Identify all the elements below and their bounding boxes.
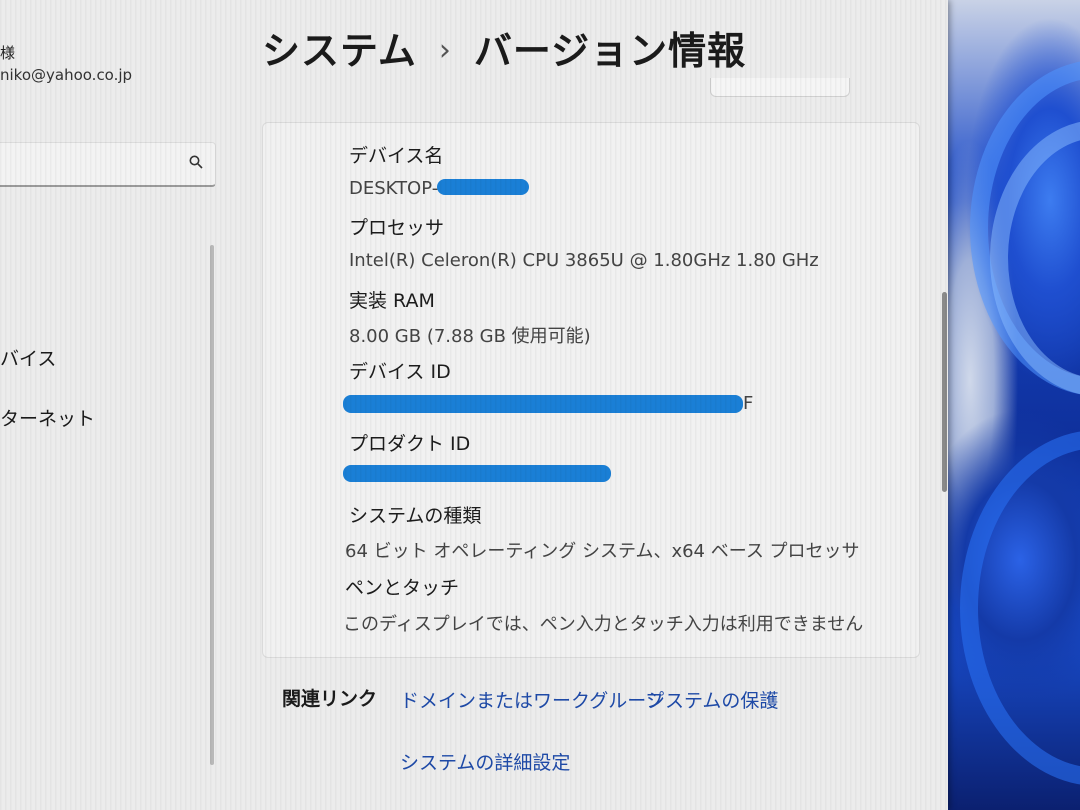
processor-value: Intel(R) Celeron(R) CPU 3865U @ 1.80GHz … <box>349 250 819 271</box>
product-id-label: プロダクト ID <box>349 433 471 455</box>
settings-window: 様 niko@yahoo.co.jp バイス ターネット システム › バージョン情… <box>0 0 948 810</box>
account-email: niko@yahoo.co.jp <box>0 66 133 84</box>
scrollbar[interactable] <box>942 292 947 492</box>
redaction-mark <box>437 179 529 195</box>
page-title: システム › バージョン情報 <box>262 20 746 75</box>
domain-workgroup-link[interactable]: ドメインまたはワークグループ <box>400 686 664 713</box>
system-type-label: システムの種類 <box>349 505 482 527</box>
desktop-wallpaper <box>930 0 1080 810</box>
pen-touch-value: このディスプレイでは、ペン入力とタッチ入力は利用できません <box>343 614 864 635</box>
redaction-mark <box>343 395 743 413</box>
breadcrumb-separator: › <box>438 33 452 68</box>
processor-label: プロセッサ <box>349 217 445 239</box>
pen-touch-label: ペンとタッチ <box>345 577 460 599</box>
copy-button[interactable] <box>710 78 850 97</box>
device-specs-card: デバイス名 DESKTOP- プロセッサ Intel(R) Celeron(R)… <box>262 122 920 658</box>
sidebar-divider <box>210 245 214 765</box>
device-id-label: デバイス ID <box>349 361 451 383</box>
related-links-label: 関連リンク <box>282 688 378 710</box>
sidebar-item-network[interactable]: ターネット <box>0 404 95 431</box>
search-icon <box>189 155 203 169</box>
account-name: 様 <box>0 44 16 62</box>
device-name-label: デバイス名 <box>349 145 444 167</box>
system-protection-link[interactable]: システムの保護 <box>646 686 778 713</box>
search-input[interactable] <box>0 142 216 187</box>
sidebar-item-devices[interactable]: バイス <box>0 344 56 371</box>
system-type-value: 64 ビット オペレーティング システム、x64 ベース プロセッサ <box>345 541 860 562</box>
ram-value: 8.00 GB (7.88 GB 使用可能) <box>349 326 591 347</box>
breadcrumb-current: バージョン情報 <box>473 29 747 73</box>
redaction-mark <box>343 465 611 482</box>
breadcrumb-parent[interactable]: システム <box>262 29 417 73</box>
ram-label: 実装 RAM <box>349 290 435 312</box>
advanced-system-settings-link[interactable]: システムの詳細設定 <box>400 748 570 775</box>
device-id-value: F <box>743 393 754 414</box>
device-name-value: DESKTOP- <box>349 178 439 199</box>
